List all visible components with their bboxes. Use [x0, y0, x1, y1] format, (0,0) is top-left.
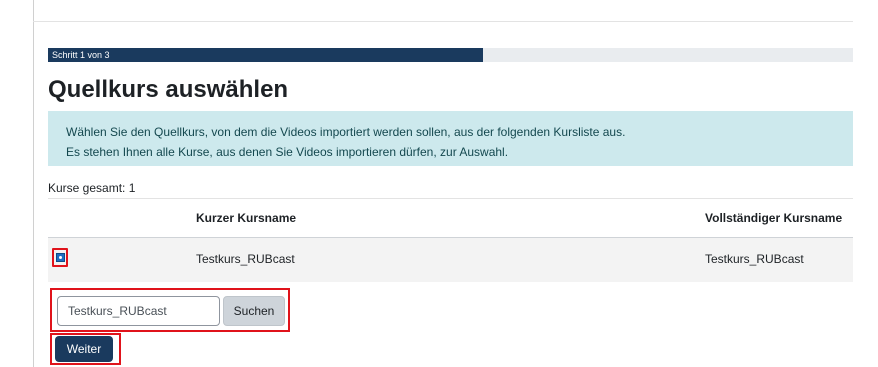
- radio-highlight-frame: [52, 248, 68, 267]
- step-progress-bar: Schritt 1 von 3: [48, 48, 853, 62]
- table-row[interactable]: Testkurs_RUBcast Testkurs_RUBcast: [48, 238, 853, 282]
- step-progress-label: Schritt 1 von 3: [52, 50, 110, 60]
- frame-border-top: [33, 21, 853, 22]
- info-alert: Wählen Sie den Quellkurs, von dem die Vi…: [48, 111, 853, 166]
- table-header-row: Kurzer Kursname Vollständiger Kursname: [48, 199, 853, 237]
- course-select-radio[interactable]: [56, 253, 65, 262]
- page-title: Quellkurs auswählen: [48, 76, 289, 103]
- column-header-fullname: Vollständiger Kursname: [705, 211, 843, 225]
- search-button[interactable]: Suchen: [223, 296, 285, 326]
- course-search-input[interactable]: [57, 296, 220, 326]
- course-fullname-cell: Testkurs_RUBcast: [705, 252, 804, 266]
- info-text-line-1: Wählen Sie den Quellkurs, von dem die Vi…: [66, 125, 626, 139]
- courses-total: Kurse gesamt: 1: [48, 181, 136, 195]
- column-header-shortname: Kurzer Kursname: [196, 211, 297, 225]
- frame-border-left: [33, 0, 34, 367]
- course-shortname-cell: Testkurs_RUBcast: [196, 252, 295, 266]
- info-text-line-2: Es stehen Ihnen alle Kurse, aus denen Si…: [66, 145, 509, 159]
- next-button[interactable]: Weiter: [55, 336, 113, 362]
- step-progress-fill: Schritt 1 von 3: [48, 48, 483, 62]
